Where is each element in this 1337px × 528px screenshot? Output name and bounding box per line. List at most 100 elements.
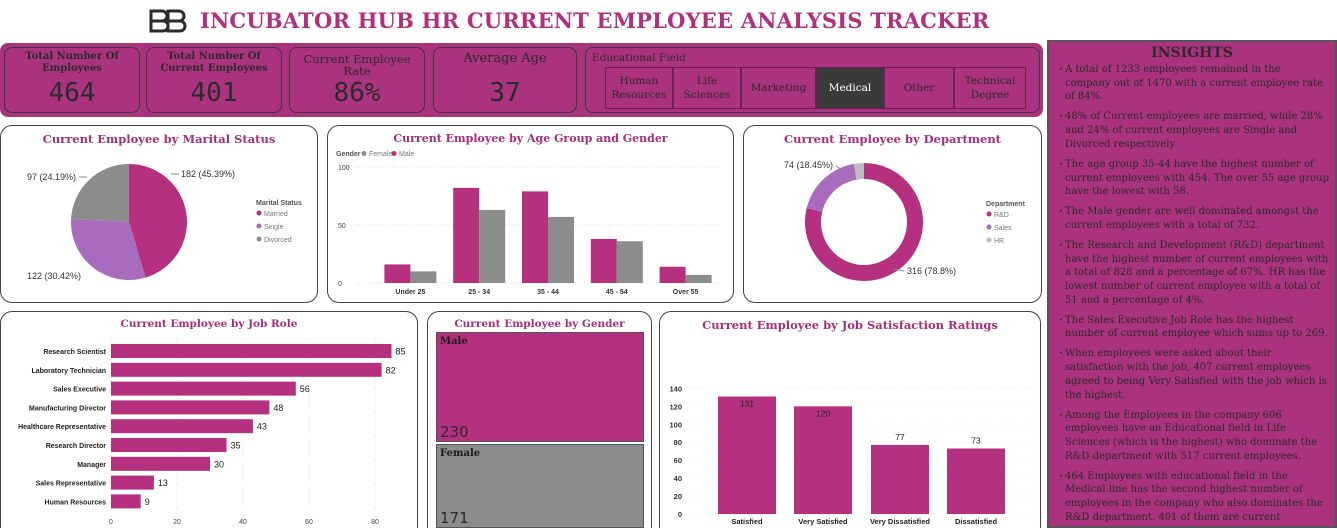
x-tick-label: Very Dissatisfied: [870, 517, 930, 526]
kpi-value: 464: [48, 78, 96, 108]
category-label: Sales Representative: [36, 481, 107, 488]
insight-item: The Male gender are well dominated among…: [1049, 205, 1335, 232]
insight-item: The Research and Development (R&D) depar…: [1049, 239, 1335, 308]
data-label: 35: [231, 441, 241, 451]
treemap-tile-male: Male 230: [436, 332, 644, 443]
legend-title: Department: [986, 201, 1026, 208]
legend-title: Marital Status: [256, 200, 302, 207]
data-label: 122 (30.42%): [27, 271, 81, 281]
insights-list: A total of 1233 employees remained in th…: [1049, 63, 1335, 526]
insight-item: 48% of Current employees are married, wh…: [1049, 110, 1335, 151]
insight-item: The age group 35-44 have the highest num…: [1049, 158, 1335, 199]
bar: [111, 438, 227, 452]
category-label: Healthcare Representative: [18, 424, 106, 431]
marital-pie-chart: 182 (45.39%) 122 (30.42%) 97 (24.19%) Marit…: [27, 164, 302, 281]
legend-marker: [256, 236, 262, 242]
filter-human-resources[interactable]: Human Resources: [605, 67, 673, 109]
page-title: INCUBATOR HUB HR CURRENT EMPLOYEE ANALYS…: [200, 8, 990, 33]
department-donut-chart: 316 (78.8%) 74 (18.45%) Department R&D Sales…: [784, 160, 1026, 281]
bar-male: [384, 264, 411, 283]
bar-male: [522, 191, 548, 283]
data-label: 120: [816, 408, 830, 418]
legend-item: Male: [399, 151, 414, 158]
legend-item: Sales: [994, 225, 1012, 232]
donut-slice-sales: [806, 163, 857, 212]
legend-item: Single: [264, 224, 284, 231]
data-label: 43: [257, 422, 267, 432]
x-tick-label: Very Satisfied: [798, 517, 848, 526]
data-label: 9: [145, 497, 150, 507]
data-label: 74 (18.45%): [784, 160, 833, 170]
kpi-label: Total Number Of Current Employees: [160, 51, 268, 74]
category-label: Research Director: [46, 443, 107, 450]
treemap-label: Female: [440, 448, 481, 460]
bar: [111, 419, 253, 434]
bar-male: [453, 187, 480, 283]
gender-chart-title: Current Employee by Gender: [454, 318, 625, 330]
bar: [871, 444, 929, 514]
gender-card: Current Employee by Gender Male 230 Female…: [427, 311, 652, 528]
kpi-current-rate: Current Employee Rate 86%: [289, 47, 425, 113]
bar: [111, 381, 296, 396]
filter-technical-degree[interactable]: Technical Degree: [954, 67, 1026, 109]
x-tick-label: 0: [109, 519, 113, 526]
legend-marker: [361, 151, 367, 156]
category-label: Manager: [77, 462, 106, 469]
bar-female: [685, 274, 712, 283]
legend-marker: [986, 224, 992, 230]
filter-medical[interactable]: Medical: [816, 67, 884, 109]
category-label: Human Resources: [45, 499, 107, 506]
header: INCUBATOR HUB HR CURRENT EMPLOYEE ANALYS…: [0, 0, 1040, 42]
y-tick-label: 140: [669, 384, 682, 393]
legend-item: Female: [369, 151, 392, 158]
x-tick-label: 60: [305, 519, 313, 526]
kpi-value: 401: [190, 78, 238, 108]
bar: [718, 396, 776, 514]
bar-female: [410, 271, 437, 283]
x-tick-label: 40: [239, 519, 247, 526]
education-filter-label: Educational Field: [592, 52, 686, 64]
legend-item: Divorced: [264, 237, 292, 244]
legend-marker: [391, 151, 397, 156]
legend-item: Married: [264, 211, 288, 218]
legend-marker: [256, 223, 262, 229]
bar: [111, 456, 210, 471]
filter-life-sciences[interactable]: Life Sciences: [673, 67, 741, 109]
bar: [111, 400, 270, 415]
education-filter: Educational Field Human Resources Life S…: [585, 47, 1040, 113]
category-label: Manufacturing Director: [29, 405, 106, 412]
y-tick-label: 100: [338, 165, 350, 172]
legend-item: HR: [994, 238, 1004, 245]
bar-male: [590, 238, 617, 283]
insight-item: Among the Employees in the company 606 e…: [1049, 409, 1335, 464]
kpi-band: Total Number Of Employees 464 Total Numb…: [0, 43, 1043, 117]
data-label: 56: [300, 384, 310, 394]
x-tick-label: 45 - 54: [606, 289, 628, 296]
x-tick-label: Satisfied: [731, 517, 763, 526]
bar: [111, 475, 154, 490]
insight-item: When employees were asked about their sa…: [1049, 347, 1335, 402]
treemap-value: 171: [440, 508, 469, 527]
legend-item: R&D: [994, 212, 1009, 219]
job-role-card: Current Employee by Job Role 0 20 40 60 80 Re…: [0, 311, 418, 528]
insights-panel: INSIGHTS A total of 1233 employees remai…: [1047, 40, 1337, 528]
y-tick-label: 0: [338, 281, 342, 288]
filter-other[interactable]: Other: [884, 67, 954, 109]
kpi-value: 37: [489, 78, 521, 108]
kpi-total-employees: Total Number Of Employees 464: [4, 47, 140, 113]
data-label: 97 (24.19%): [27, 172, 76, 182]
satisfaction-bar-chart: 0 20 40 60 80 100 120 140 131 Satisfied 120 Very Sa…: [669, 384, 1032, 526]
data-label: 85: [396, 347, 406, 357]
pie-slice-divorced: [71, 164, 129, 222]
y-tick-label: 60: [674, 456, 682, 465]
bar-female: [548, 216, 574, 283]
department-card: Current Employee by Department 316 (78.8…: [743, 125, 1042, 303]
filter-marketing[interactable]: Marketing: [741, 67, 816, 109]
data-label: 77: [895, 432, 905, 442]
data-label: 30: [214, 459, 224, 469]
x-tick-label: 25 - 34: [468, 289, 490, 296]
y-tick-label: 0: [678, 510, 682, 519]
data-label: 48: [273, 403, 283, 413]
y-tick-label: 50: [338, 223, 346, 230]
data-label: 131: [740, 398, 754, 408]
